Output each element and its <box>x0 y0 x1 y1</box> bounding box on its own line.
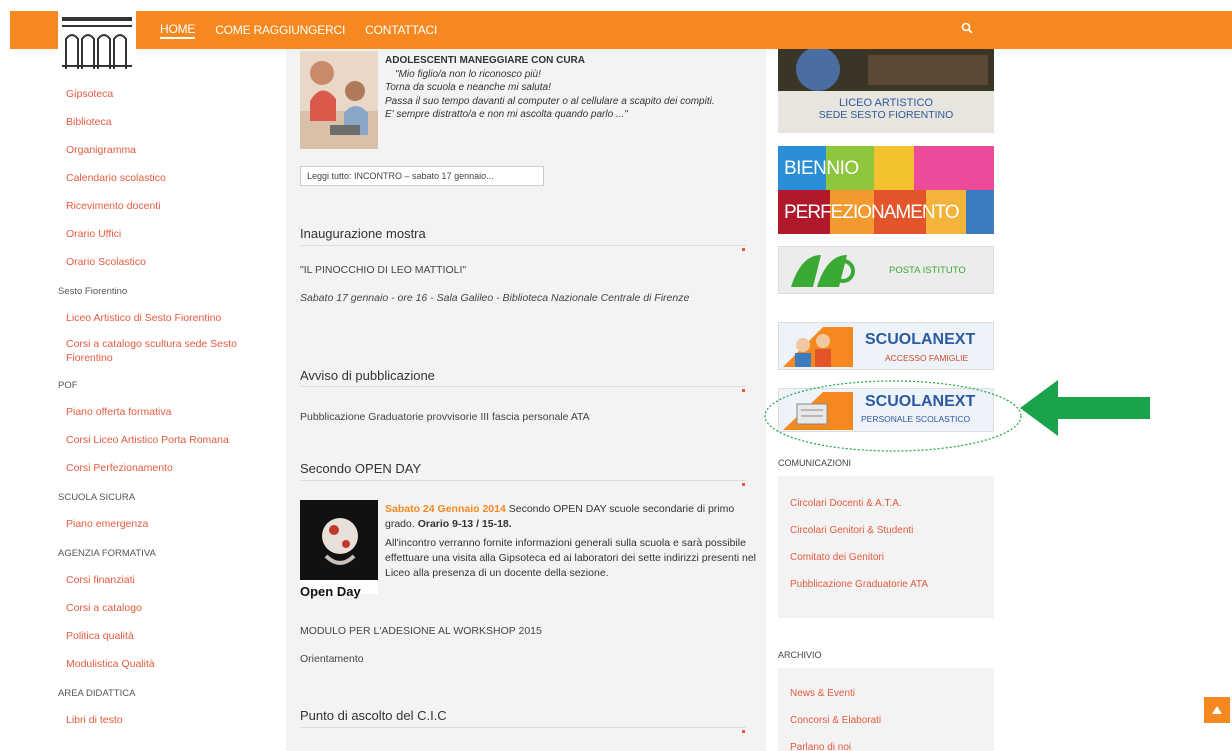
dot-icon <box>742 248 745 251</box>
sidebar-heading: SCUOLA SICURA <box>58 492 136 503</box>
sidebar-item-calendario[interactable]: Calendario scolastico <box>58 164 278 192</box>
biennio-banner[interactable]: BIENNIO PERFEZIONAMENTO <box>778 146 994 234</box>
divider <box>300 245 746 246</box>
archivio-item[interactable]: News & Eventi <box>778 680 994 707</box>
scuolanext-famiglie-banner[interactable]: SCUOLANEXT ACCESSO FAMIGLIE <box>778 322 994 370</box>
sidebar-heading: AGENZIA FORMATIVA <box>58 548 156 559</box>
main-content <box>286 49 766 751</box>
sidebar-item-orario-scolastico[interactable]: Orario Scolastico <box>58 248 278 276</box>
article-text: E' sempre distratto/a e non mi ascolta q… <box>385 109 628 120</box>
annotation-highlight-ellipse <box>764 380 1022 452</box>
mostra-link[interactable]: "IL PINOCCHIO DI LEO MATTIOLI" <box>300 263 466 278</box>
open-day-text: Sabato 24 Gennaio 2014 Secondo OPEN DAY … <box>385 502 760 581</box>
open-day-label: Open Day <box>300 584 361 599</box>
scroll-to-top-button[interactable] <box>1204 697 1230 723</box>
nav-contattaci[interactable]: CONTATTACI <box>365 23 437 37</box>
nav-home[interactable]: HOME <box>160 22 195 39</box>
chevron-up-icon <box>1212 706 1222 714</box>
section-title[interactable]: Inaugurazione mostra <box>300 226 426 241</box>
article-text: "Mio figlio/a non lo riconosco più! <box>395 68 541 80</box>
section-title[interactable]: Secondo OPEN DAY <box>300 461 421 476</box>
sidebar-item-libri-testo[interactable]: Libri di testo <box>58 706 278 734</box>
archivio-item[interactable]: Concorsi & Elaborati <box>778 707 994 734</box>
archivio-item[interactable]: Parlano di noi <box>778 734 994 751</box>
mostra-text: Sabato 17 gennaio - ore 16 - Sala Galile… <box>300 292 690 304</box>
modulo-link[interactable]: MODULO PER L'ADESIONE AL WORKSHOP 2015 <box>300 624 542 639</box>
sidebar-item-organigramma[interactable]: Organigramma <box>58 136 278 164</box>
scuolanext1-title: SCUOLANEXT <box>865 331 976 348</box>
nav-come-raggiungerci[interactable]: COME RAGGIUNGERCI <box>215 23 345 37</box>
sidebar-item-piano-emergenza[interactable]: Piano emergenza <box>58 510 278 538</box>
biennio-word1: BIENNIO <box>784 158 859 179</box>
avviso-link[interactable]: Pubblicazione Graduatorie provvisorie II… <box>300 410 590 425</box>
sidebar-item-ricevimento[interactable]: Ricevimento docenti <box>58 192 278 220</box>
open-day-image[interactable]: Open Day <box>300 500 378 599</box>
sidebar-heading: POF <box>58 380 78 391</box>
divider <box>300 386 746 387</box>
sidebar-heading: AREA DIDATTICA <box>58 688 136 699</box>
biennio-word2: PERFEZIONAMENTO <box>784 202 960 223</box>
comunicazioni-item[interactable]: Pubblicazione Graduatorie ATA <box>778 571 994 598</box>
comunicazioni-heading: COMUNICAZIONI <box>778 458 851 468</box>
main-nav: HOME COME RAGGIUNGERCI CONTATTACI <box>160 11 437 49</box>
article-text: Torna da scuola e neanche mi saluta! <box>385 82 551 93</box>
read-more-button[interactable]: Leggi tutto: INCONTRO – sabato 17 gennai… <box>300 166 544 186</box>
sidebar-item-corsi-porta-romana[interactable]: Corsi Liceo Artistico Porta Romana <box>58 426 278 454</box>
posta-label: POSTA ISTITUTO <box>889 265 966 276</box>
article-text: Passa il suo tempo davanti al computer o… <box>385 95 715 107</box>
section-title[interactable]: Avviso di pubblicazione <box>300 368 435 383</box>
dot-icon <box>742 730 745 733</box>
sidebar-item-modulistica-qualita[interactable]: Modulistica Qualità <box>58 650 278 678</box>
liceo-banner-line1: LICEO ARTISTICO <box>839 97 933 109</box>
liceo-sesto-banner[interactable]: LICEO ARTISTICO SEDE SESTO FIORENTINO <box>778 49 994 133</box>
comunicazioni-item[interactable]: Circolari Docenti & A.T.A. <box>778 490 994 517</box>
archivio-box: News & Eventi Concorsi & Elaborati Parla… <box>778 668 994 751</box>
sidebar-item-gipsoteca[interactable]: Gipsoteca <box>58 80 278 108</box>
article-adolescenti: ADOLESCENTI MANEGGIARE CON CURA "Mio fig… <box>385 54 760 122</box>
sidebar-item-orario-uffici[interactable]: Orario Uffici <box>58 220 278 248</box>
archivio-heading: ARCHIVIO <box>778 650 822 660</box>
scuolanext1-sub: ACCESSO FAMIGLIE <box>885 353 969 363</box>
sidebar-item-biblioteca[interactable]: Biblioteca <box>58 108 278 136</box>
annotation-arrow-icon <box>1020 380 1150 436</box>
sidebar-item-piano-offerta[interactable]: Piano offerta formativa <box>58 398 278 426</box>
sidebar-item-corsi-perfezionamento[interactable]: Corsi Perfezionamento <box>58 454 278 482</box>
comunicazioni-box: Circolari Docenti & A.T.A. Circolari Gen… <box>778 476 994 618</box>
article-image[interactable] <box>300 51 378 149</box>
search-icon[interactable] <box>956 18 978 40</box>
liceo-banner-line2: SEDE SESTO FIORENTINO <box>818 109 954 121</box>
dot-icon <box>742 389 745 392</box>
dot-icon <box>742 483 745 486</box>
open-day-body: All'incontro verranno fornite informazio… <box>385 537 757 579</box>
sidebar-item-corsi-finanziati[interactable]: Corsi finanziati <box>58 566 278 594</box>
section-title[interactable]: Punto di ascolto del C.I.C <box>300 708 447 723</box>
divider <box>300 727 746 728</box>
sidebar-heading: Sesto Fiorentino <box>58 286 128 297</box>
open-day-date: Sabato 24 Gennaio 2014 <box>385 503 506 515</box>
orientamento-link[interactable]: Orientamento <box>300 652 364 667</box>
posta-banner[interactable]: POSTA ISTITUTO <box>778 246 994 294</box>
sidebar-item-corsi-scultura[interactable]: Corsi a catalogo scultura sede Sesto Fio… <box>58 332 278 370</box>
comunicazioni-item[interactable]: Comitato dei Genitori <box>778 544 994 571</box>
left-sidebar: Gipsoteca Biblioteca Organigramma Calend… <box>58 80 278 734</box>
open-day-orario: Orario 9-13 / 15-18. <box>417 518 512 530</box>
school-logo[interactable] <box>58 11 136 73</box>
divider <box>300 480 746 481</box>
article-title[interactable]: ADOLESCENTI MANEGGIARE CON CURA <box>385 54 760 68</box>
comunicazioni-item[interactable]: Circolari Genitori & Studenti <box>778 517 994 544</box>
sidebar-item-politica-qualita[interactable]: Politica qualità <box>58 622 278 650</box>
sidebar-item-corsi-catalogo[interactable]: Corsi a catalogo <box>58 594 278 622</box>
sidebar-item-liceo-sesto[interactable]: Liceo Artistico di Sesto Fiorentino <box>58 304 278 332</box>
